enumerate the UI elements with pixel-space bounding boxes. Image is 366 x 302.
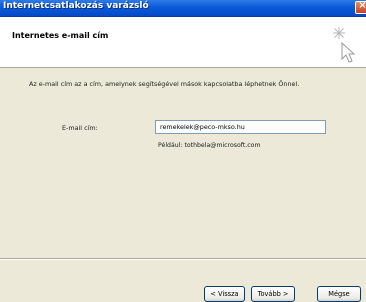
wizard-wand-icon (333, 27, 356, 63)
close-icon: × (358, 0, 366, 11)
example-text: Például: tothbela@microsoft.com (158, 142, 261, 149)
back-button[interactable]: < Vissza (204, 286, 245, 302)
page-title: Internetes e-mail cím (12, 31, 109, 40)
title-bar: Internetcsatlakozás varázsló × (0, 0, 366, 17)
wizard-header: Internetes e-mail cím (0, 17, 366, 68)
window-title: Internetcsatlakozás varázsló (3, 1, 149, 11)
close-button[interactable]: × (355, 0, 366, 14)
description-text: Az e-mail cím az a cím, amelynek segítsé… (29, 80, 300, 88)
email-label: E-mail cím: (62, 124, 98, 132)
next-button[interactable]: Tovább > (251, 286, 295, 302)
cancel-button[interactable]: Mégse (317, 286, 361, 302)
footer-divider (0, 258, 366, 260)
email-field[interactable] (155, 120, 326, 134)
